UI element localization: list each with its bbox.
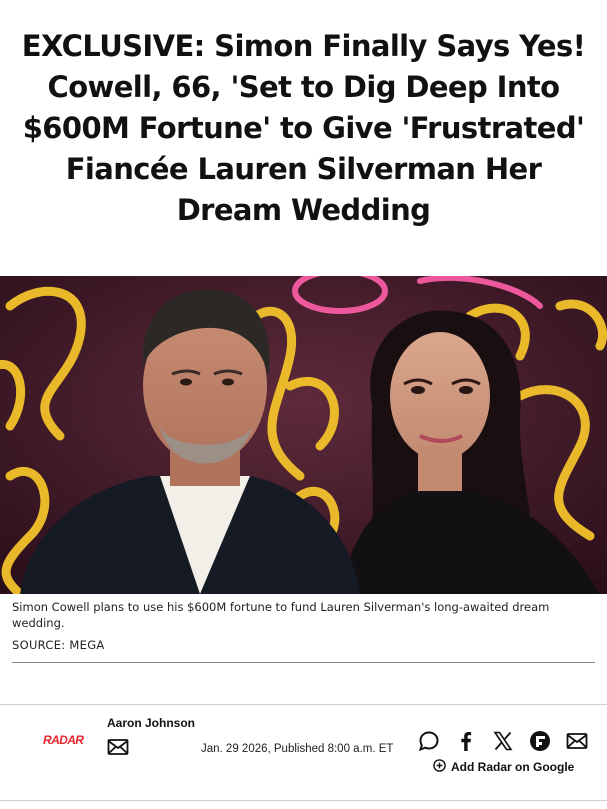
headline-line: Cowell, 66, 'Set to Dig Deep Into	[47, 70, 561, 104]
add-radar-on-google-label: Add Radar on Google	[451, 760, 575, 774]
headline-line: Dream Wedding	[176, 193, 431, 227]
radar-logo[interactable]: RADAR	[43, 733, 84, 747]
mail-icon[interactable]	[566, 730, 588, 752]
hero-photo[interactable]	[0, 276, 607, 594]
divider	[0, 800, 607, 801]
hero-photo-illustration	[0, 276, 607, 594]
image-caption: Simon Cowell plans to use his $600M fort…	[12, 600, 550, 630]
flipboard-icon[interactable]	[529, 730, 551, 752]
author-name[interactable]: Aaron Johnson	[107, 716, 195, 730]
article-headline: EXCLUSIVE: Simon Finally Says Yes! Cowel…	[0, 26, 607, 231]
facebook-icon[interactable]	[455, 730, 477, 752]
headline-line: Fiancée Lauren Silverman Her	[65, 152, 542, 186]
mail-icon[interactable]	[107, 738, 129, 756]
headline-line: EXCLUSIVE: Simon Finally Says Yes!	[21, 29, 586, 63]
divider	[12, 662, 595, 663]
comment-icon[interactable]	[418, 730, 440, 752]
publish-date: Jan. 29 2026, Published 8:00 a.m. ET	[201, 743, 394, 755]
headline-line: $600M Fortune' to Give 'Frustrated'	[22, 111, 585, 145]
plus-circle-icon	[433, 759, 446, 775]
x-icon[interactable]	[492, 730, 514, 752]
add-radar-on-google-link[interactable]: Add Radar on Google	[433, 759, 574, 775]
image-source: SOURCE: MEGA	[12, 638, 105, 652]
divider	[0, 704, 607, 705]
